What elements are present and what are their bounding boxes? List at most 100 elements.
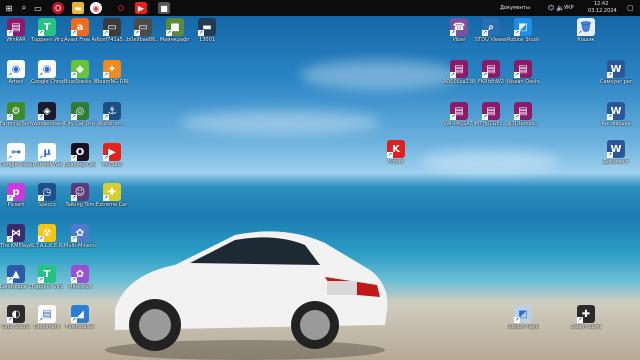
shortcut-arrow-icon: ↗ <box>166 30 172 36</box>
clock-time[interactable]: 12:42 <box>594 1 608 7</box>
kinder-icon: K ↗ <box>387 140 405 158</box>
shortcut-arrow-icon: ↗ <box>71 277 77 283</box>
desktop-shortcut[interactable]: T↗Торрент Игруха <box>31 265 63 290</box>
desktop-shortcut[interactable]: ◉ ↗ Arteni <box>0 60 32 85</box>
winrar-icon: ▤ ↗ <box>7 18 25 36</box>
desktop-shortcut[interactable]: ⚙↗Farming Simulator 19 <box>0 102 32 127</box>
desktop-shortcut[interactable]: ▤ ↗ AD00Lua238 <box>443 60 475 85</box>
shortcut-arrow-icon: ↗ <box>7 72 13 78</box>
desktop-shortcut[interactable]: ✿↗Multi-Minecraft <box>64 224 96 249</box>
desktop-shortcut[interactable]: ◩ ↗ Roblox Player <box>507 305 539 330</box>
network-icon[interactable]: ⌬ <box>548 4 554 12</box>
desktop-shortcut[interactable]: ☺ ↗ Talking Tom <box>64 183 96 208</box>
desktop-shortcut[interactable]: ▲↗Landscape Craft <box>0 265 32 290</box>
desktop-shortcut[interactable]: ◢ ↗ FoxInstaller <box>64 305 96 330</box>
desktop-shortcut[interactable]: 🗑 ↗ Кошик <box>570 18 602 43</box>
desktop-shortcut-label: 13001 <box>199 37 215 43</box>
task-view-icon[interactable]: ▭ <box>32 2 44 14</box>
folder-icon: ▬ ↗ <box>198 18 216 36</box>
opera-gx-taskbar-icon[interactable]: O <box>52 2 64 14</box>
search-box-label[interactable]: Документы <box>500 5 530 11</box>
desktop-shortcut-label: Document <box>34 324 60 330</box>
desktop-shortcut[interactable]: ▤↗Nissan Qashqai I... <box>507 60 539 85</box>
desktop-shortcut[interactable]: ▤ ↗ 9J7Dtemvq... <box>507 102 539 127</box>
minecraft-icon: ■ ↗ <box>166 18 184 36</box>
desktop-shortcut-label: Picsart <box>7 202 25 208</box>
shortcut-arrow-icon: ↗ <box>71 317 77 323</box>
desktop-shortcut[interactable]: ◈↗Wondershare Filmora 13 <box>31 102 63 127</box>
desktop-shortcut-label: BlueStacks X <box>64 79 96 85</box>
notifications-icon[interactable]: ▢ <box>627 4 634 12</box>
password-icon: ⊶ ↗ <box>7 143 25 161</box>
bluestacks-icon: ◆ ↗ <box>71 60 89 78</box>
desktop-shortcut[interactable]: ◆ ↗ BlueStacks X <box>64 60 96 85</box>
chrome-taskbar-icon[interactable]: ◉ <box>90 2 102 14</box>
desktop-shortcut[interactable]: ▬ ↗ 13001 <box>191 18 223 43</box>
search-icon[interactable]: ⌕ <box>18 2 30 14</box>
shortcut-arrow-icon: ↗ <box>103 195 109 201</box>
desktop-shortcut[interactable]: p ↗ Picsart <box>0 183 32 208</box>
language-indicator[interactable]: УКР <box>564 5 574 11</box>
desktop-shortcut[interactable]: W↗Самсунг регламент <box>600 60 632 85</box>
desktop-shortcut[interactable]: ✦↗BeamNG DRIVE <box>96 60 128 85</box>
desktop-shortcut[interactable]: W ↗ Документ <box>600 140 632 165</box>
rar-archive-icon: ▤ ↗ <box>482 60 500 78</box>
desktop-wallpaper: ▤↗WinRART↗Торрент Игрухаa↗Avast Free Ant… <box>0 0 640 360</box>
shortcut-arrow-icon: ↗ <box>7 114 13 120</box>
desktop-shortcut[interactable]: ▭ ↗ b0e9bae86... <box>127 18 159 43</box>
desktop-shortcut[interactable]: O↗Браузер Opera GX <box>64 143 96 168</box>
desktop-shortcut[interactable]: ◎↗City Car Driving <box>64 102 96 127</box>
shortcut-arrow-icon: ↗ <box>7 155 13 161</box>
shortcut-arrow-icon: ↗ <box>103 72 109 78</box>
desktop-shortcut[interactable]: ◷ ↗ Speccy <box>31 183 63 208</box>
roblox-player-icon: ◩ ↗ <box>514 305 532 323</box>
desktop-shortcut-label: Самсунг регламент <box>600 79 632 85</box>
desktop-shortcut-label: µTorrent Web <box>31 162 63 168</box>
desktop-shortcut[interactable]: ⊶↗Google Passwor... <box>0 143 32 168</box>
shortcut-arrow-icon: ↗ <box>71 114 77 120</box>
shortcut-arrow-icon: ↗ <box>38 72 44 78</box>
desktop-shortcut-label: Minecraft <box>68 284 92 290</box>
desktop-shortcut[interactable]: ■ ↗ Майнкрафт <box>159 18 191 43</box>
clock-date[interactable]: 03.12.2024 <box>588 8 617 14</box>
minecraft-taskbar-icon[interactable]: ■ <box>158 2 170 14</box>
desktop-shortcut[interactable]: ◐ ↗ OBS Studio <box>0 305 32 330</box>
desktop-shortcut[interactable]: ▤ ↗ VW_PASSAT... <box>443 102 475 127</box>
roblox-icon: ◩ ↗ <box>514 18 532 36</box>
desktop-shortcut[interactable]: ☢↗S.T.A.L.K.E.R. Shadow of ... <box>31 224 63 249</box>
desktop-shortcut[interactable]: ⋈ ↗ The KMPlayer <box>0 224 32 249</box>
desktop-shortcut[interactable]: ◉↗Google Chrome <box>31 60 63 85</box>
desktop-shortcut[interactable]: T↗Торрент Игруха <box>31 18 63 43</box>
desktop-shortcut-label: Англійська <box>601 121 631 127</box>
desktop-shortcut[interactable]: ▭ ↗ 6cef741a5... <box>96 18 128 43</box>
desktop-shortcut[interactable]: ⚓ ↗ World_of_... <box>96 102 128 127</box>
desktop-shortcut[interactable]: ▤ ↗ Document <box>31 305 63 330</box>
shortcut-arrow-icon: ↗ <box>387 152 393 158</box>
desktop-shortcut[interactable]: K ↗ Kinder <box>380 140 412 165</box>
desktop-shortcut[interactable]: a↗Avast Free Antivirus <box>64 18 96 43</box>
shortcut-arrow-icon: ↗ <box>577 317 583 323</box>
shortcut-arrow-icon: ↗ <box>514 114 520 120</box>
start-menu-icon[interactable]: ⊞ <box>3 2 15 14</box>
desktop-shortcut[interactable]: ☎ ↗ Viber <box>443 18 475 43</box>
opera-taskbar-icon[interactable]: O <box>115 2 127 14</box>
desktop-shortcut[interactable]: ◩ ↗ Roblox Studio <box>507 18 539 43</box>
file-explorer-icon[interactable]: ▬ <box>72 2 84 14</box>
desktop-shortcut[interactable]: ✚ ↗ Steam Game <box>570 305 602 330</box>
shortcut-arrow-icon: ↗ <box>38 317 44 323</box>
shortcut-arrow-icon: ↗ <box>7 195 13 201</box>
desktop-shortcut[interactable]: µ ↗ µTorrent Web <box>31 143 63 168</box>
youtube-taskbar-icon[interactable]: ▶ <box>135 2 147 14</box>
desktop-shortcut[interactable]: ▤ ↗ MTHp1GEn... <box>475 102 507 127</box>
desktop-shortcut[interactable]: ✚↗Extreme Car Driving <box>96 183 128 208</box>
desktop-shortcut[interactable]: ⌕ ↗ STDU Viewer <box>475 18 507 43</box>
desktop-shortcut[interactable]: ✿ ↗ Minecraft <box>64 265 96 290</box>
desktop-shortcut[interactable]: ▶ ↗ YouTube <box>96 143 128 168</box>
kmplayer-icon: ⋈ ↗ <box>7 224 25 242</box>
desktop-shortcut[interactable]: ▤ ↗ FKRtdhW2 <box>475 60 507 85</box>
desktop-shortcut[interactable]: W ↗ Англійська <box>600 102 632 127</box>
desktop-shortcut[interactable]: ▤ ↗ WinRAR <box>0 18 32 43</box>
desktop-shortcut-label: Extreme Car Driving <box>96 202 128 208</box>
avast-icon: a ↗ <box>71 18 89 36</box>
shortcut-arrow-icon: ↗ <box>103 30 109 36</box>
